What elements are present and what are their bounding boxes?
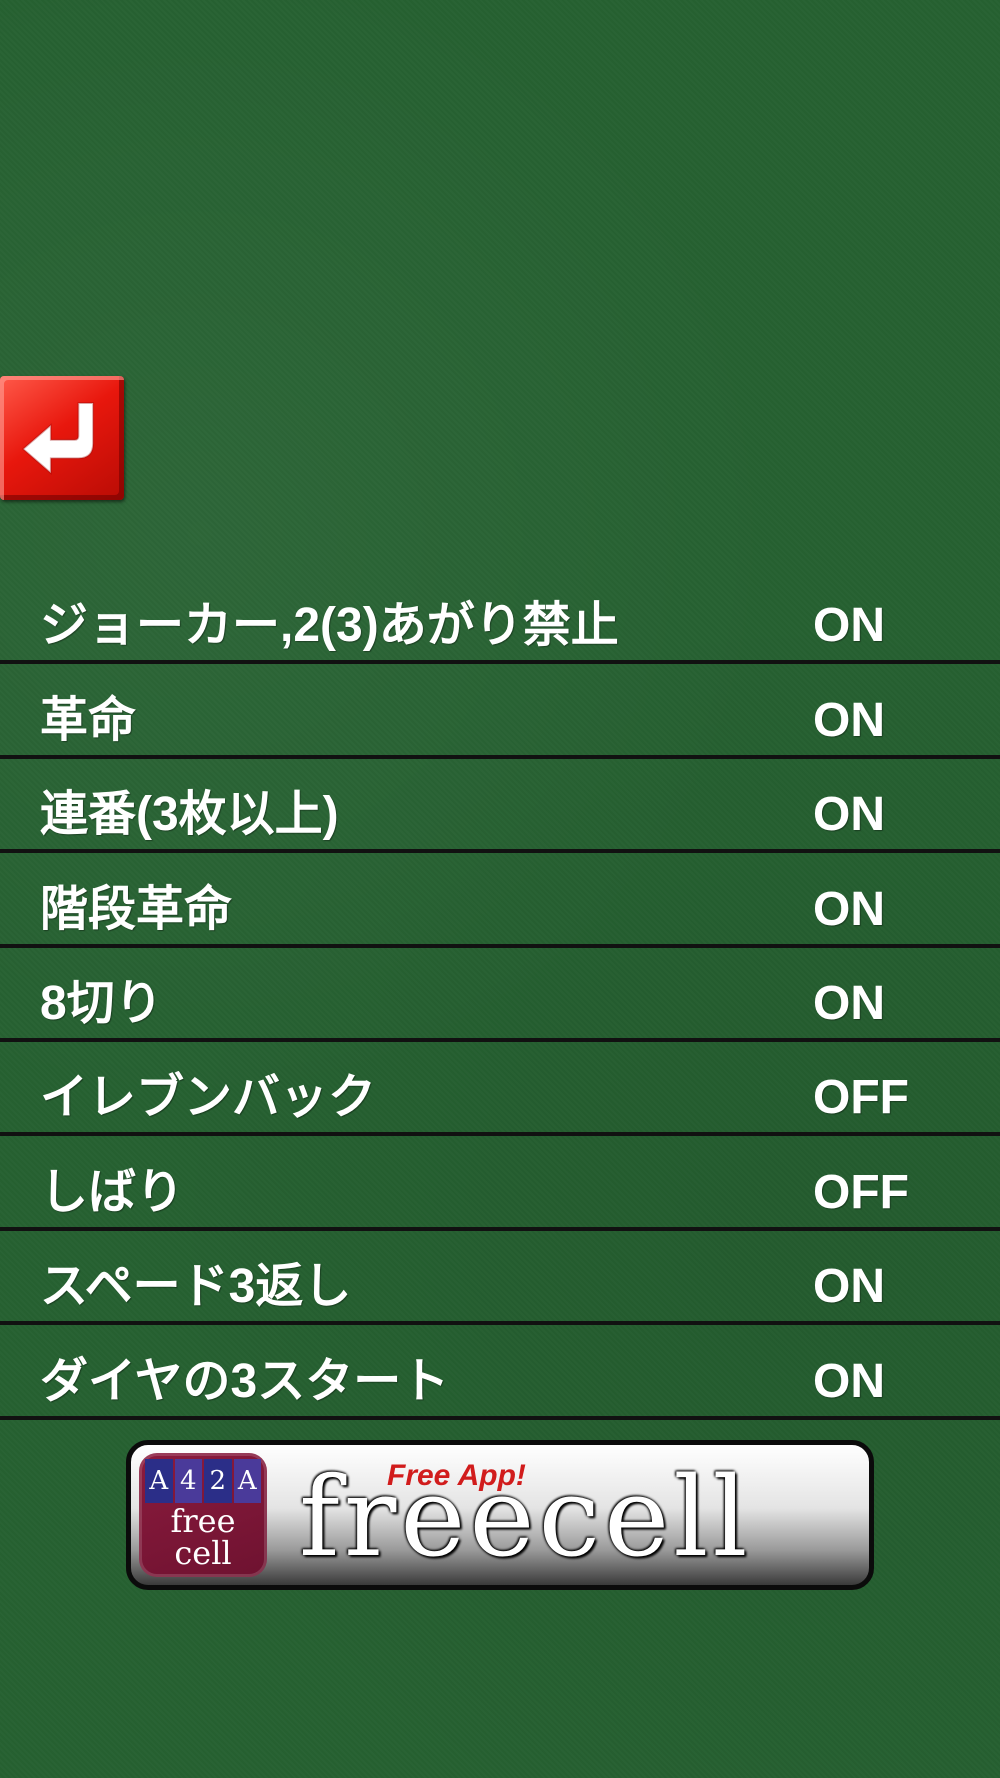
setting-row-sequence[interactable]: 連番(3枚以上) ON [0, 759, 1000, 854]
setting-label: 革命 [40, 693, 137, 747]
setting-row-eight-cut[interactable]: 8切り ON [0, 948, 1000, 1042]
setting-toggle-value[interactable]: ON [813, 882, 885, 938]
ad-icon-card: 2 [204, 1459, 232, 1503]
setting-row-eleven-back[interactable]: イレブンバック OFF [0, 1042, 1000, 1137]
setting-label: しばり [40, 1165, 185, 1219]
ad-tagline: Free App! [387, 1459, 526, 1492]
ad-icon-brand-line: free [170, 1502, 236, 1540]
setting-row-sequence-revolution[interactable]: 階段革命 ON [0, 853, 1000, 948]
ad-icon-cards: A 4 2 A [145, 1459, 261, 1503]
settings-list: ジョーカー,2(3)あがり禁止 ON 革命 ON 連番(3枚以上) ON 階段革… [0, 570, 1000, 1420]
back-button[interactable] [0, 376, 124, 500]
ad-icon-card: 4 [174, 1459, 202, 1503]
setting-label: 8切り [40, 976, 163, 1030]
ad-icon-card: A [233, 1459, 261, 1503]
setting-toggle-value[interactable]: ON [813, 787, 885, 843]
setting-toggle-value[interactable]: ON [813, 693, 885, 749]
setting-toggle-value[interactable]: ON [813, 976, 885, 1032]
setting-toggle-value[interactable]: ON [813, 1259, 885, 1315]
setting-label: イレブンバック [40, 1071, 377, 1125]
setting-row-joker-2-finish-ban[interactable]: ジョーカー,2(3)あがり禁止 ON [0, 570, 1000, 665]
ad-icon-card: A [145, 1459, 173, 1503]
setting-toggle-value[interactable]: ON [813, 598, 885, 654]
setting-toggle-value[interactable]: OFF [813, 1165, 909, 1221]
setting-label: スペード3返し [40, 1260, 352, 1314]
ad-icon-brand-line: cell [174, 1534, 232, 1572]
ad-app-icon: A 4 2 A free cell [139, 1453, 267, 1577]
setting-row-revolution[interactable]: 革命 ON [0, 664, 1000, 759]
return-arrow-icon [21, 402, 95, 475]
setting-label: ダイヤの3スタート [40, 1354, 450, 1408]
setting-label: ジョーカー,2(3)あがり禁止 [40, 599, 619, 653]
setting-row-suit-lock[interactable]: しばり OFF [0, 1136, 1000, 1231]
setting-toggle-value[interactable]: ON [813, 1354, 885, 1410]
ad-icon-brand: free cell [139, 1505, 267, 1569]
setting-row-spade-3-return[interactable]: スペード3返し ON [0, 1231, 1000, 1326]
setting-row-diamond-3-start[interactable]: ダイヤの3スタート ON [0, 1325, 1000, 1420]
setting-toggle-value[interactable]: OFF [813, 1070, 909, 1126]
ad-banner[interactable]: A 4 2 A free cell freecell Free App! [126, 1440, 874, 1590]
setting-label: 階段革命 [40, 882, 233, 936]
setting-label: 連番(3枚以上) [40, 788, 339, 842]
